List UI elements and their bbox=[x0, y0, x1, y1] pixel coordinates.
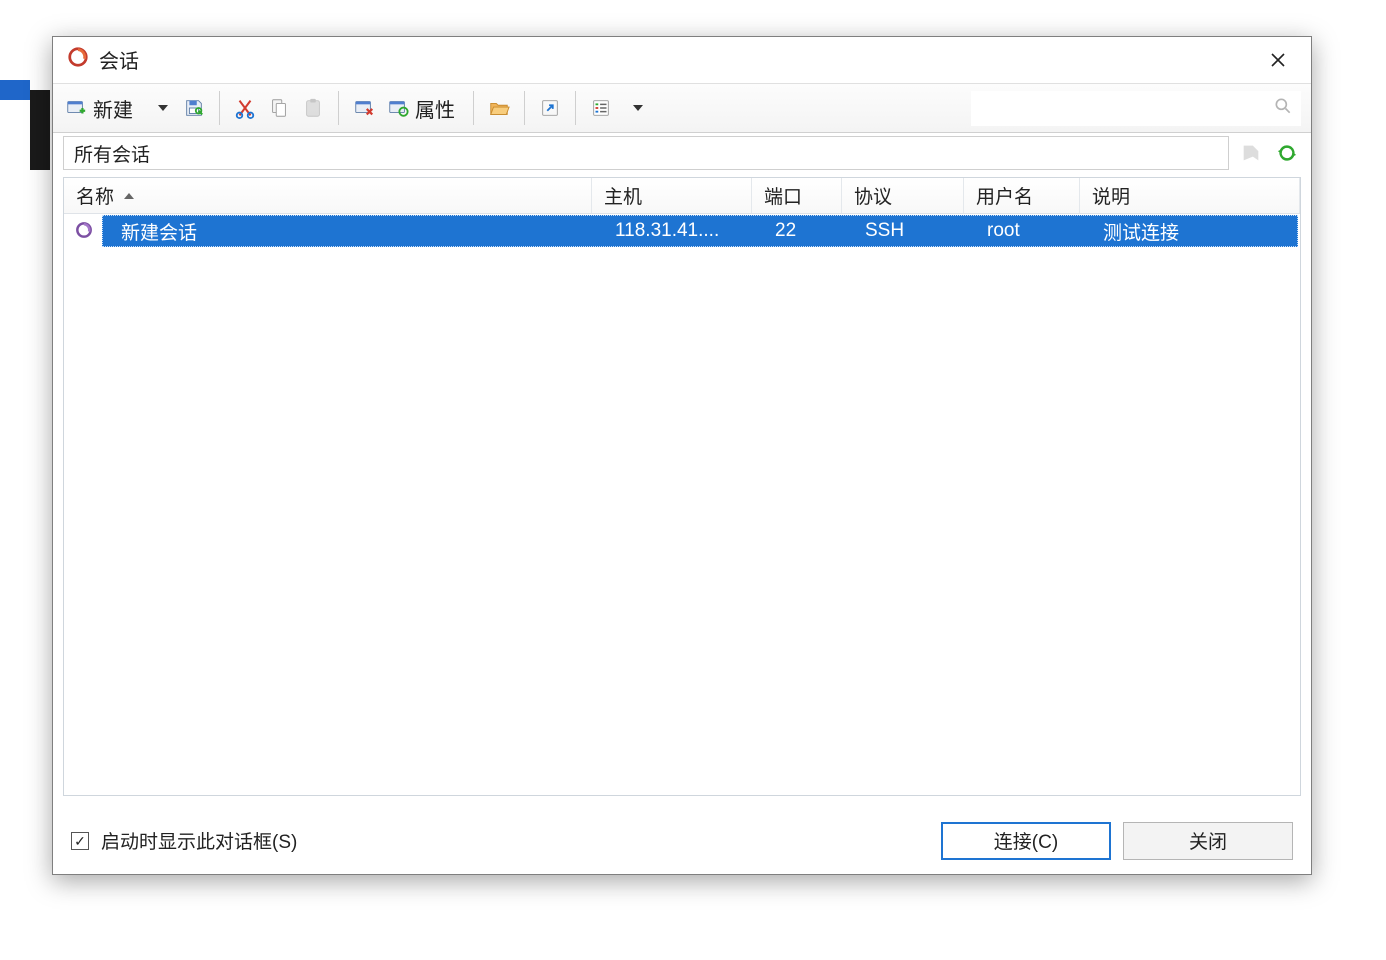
view-mode-dropdown[interactable] bbox=[618, 89, 652, 127]
shortcut-button[interactable] bbox=[533, 89, 567, 127]
titlebar: 会话 bbox=[53, 37, 1311, 83]
col-header-description[interactable]: 说明 bbox=[1080, 178, 1300, 213]
sessions-table: 名称 主机 端口 协议 用户名 说明 新建会话 118.31.41.... 22… bbox=[63, 177, 1301, 796]
toolbar: 新建 属性 bbox=[53, 83, 1311, 133]
col-header-name[interactable]: 名称 bbox=[64, 178, 592, 213]
toolbar-search[interactable] bbox=[971, 91, 1301, 126]
refresh-button[interactable] bbox=[1273, 139, 1301, 167]
properties-button[interactable]: 属性 bbox=[381, 89, 465, 127]
paste-button[interactable] bbox=[296, 89, 330, 127]
cell-name: 新建会话 bbox=[109, 218, 603, 245]
app-swirl-icon bbox=[67, 46, 89, 73]
col-header-host[interactable]: 主机 bbox=[592, 178, 752, 213]
cell-protocol: SSH bbox=[853, 220, 975, 242]
delete-button[interactable] bbox=[347, 89, 381, 127]
view-mode-button[interactable] bbox=[584, 89, 618, 127]
open-folder-button[interactable] bbox=[482, 89, 516, 127]
show-on-start-checkbox[interactable] bbox=[71, 832, 89, 850]
copy-button[interactable] bbox=[262, 89, 296, 127]
table-body: 新建会话 118.31.41.... 22 SSH root 测试连接 bbox=[64, 214, 1300, 795]
window-title: 会话 bbox=[99, 45, 139, 74]
cut-button[interactable] bbox=[228, 89, 262, 127]
properties-label: 属性 bbox=[415, 94, 455, 123]
save-button[interactable] bbox=[177, 89, 211, 127]
new-session-label: 新建 bbox=[93, 94, 133, 123]
connect-button[interactable]: 连接(C) bbox=[941, 822, 1111, 860]
table-row[interactable]: 新建会话 118.31.41.... 22 SSH root 测试连接 bbox=[102, 215, 1298, 247]
sessions-dialog: 会话 新建 bbox=[52, 36, 1312, 875]
col-header-protocol[interactable]: 协议 bbox=[842, 178, 964, 213]
col-header-username[interactable]: 用户名 bbox=[964, 178, 1080, 213]
dialog-footer: 启动时显示此对话框(S) 连接(C) 关闭 bbox=[53, 806, 1311, 874]
table-header: 名称 主机 端口 协议 用户名 说明 bbox=[64, 178, 1300, 214]
cell-username: root bbox=[975, 220, 1091, 242]
close-window-button[interactable] bbox=[1255, 42, 1301, 78]
location-box[interactable]: 所有会话 bbox=[63, 136, 1229, 170]
search-icon bbox=[1273, 96, 1293, 121]
cell-port: 22 bbox=[763, 220, 853, 242]
cell-host: 118.31.41.... bbox=[603, 220, 763, 242]
new-session-button[interactable]: 新建 bbox=[59, 89, 143, 127]
session-swirl-icon bbox=[70, 216, 98, 244]
cell-description: 测试连接 bbox=[1091, 218, 1297, 245]
close-button[interactable]: 关闭 bbox=[1123, 822, 1293, 860]
location-path: 所有会话 bbox=[74, 140, 150, 167]
new-dropdown-button[interactable] bbox=[143, 89, 177, 127]
tag-bookmark-icon[interactable] bbox=[1237, 139, 1265, 167]
col-header-port[interactable]: 端口 bbox=[752, 178, 842, 213]
show-on-start-label: 启动时显示此对话框(S) bbox=[101, 827, 297, 854]
location-row: 所有会话 bbox=[53, 133, 1311, 173]
